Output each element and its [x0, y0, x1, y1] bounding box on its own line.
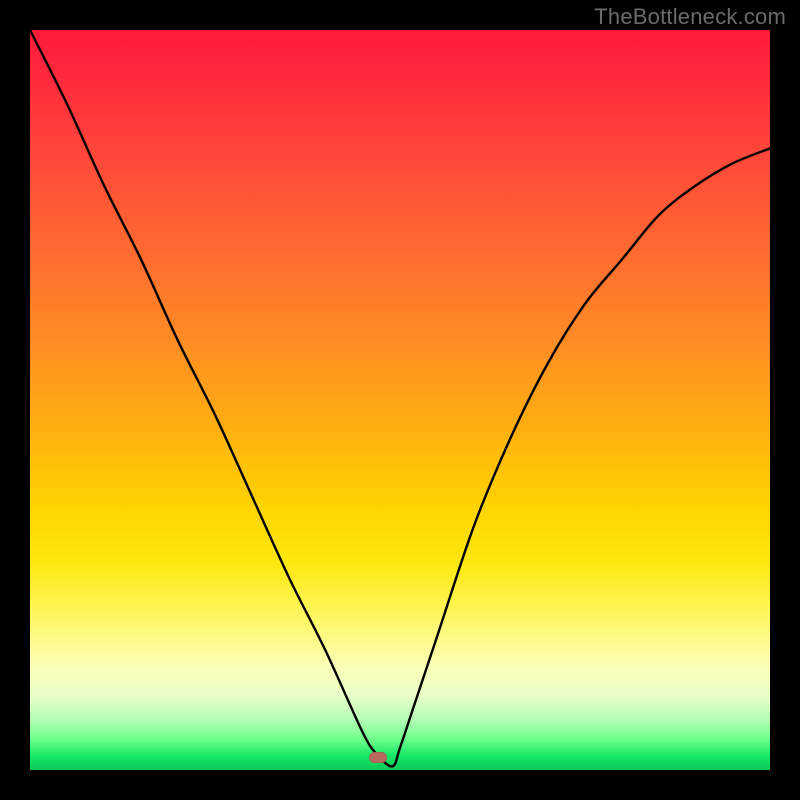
attribution-text: TheBottleneck.com	[594, 4, 786, 30]
chart-frame: TheBottleneck.com	[0, 0, 800, 800]
curve-path	[30, 30, 770, 766]
plot-area	[30, 30, 770, 770]
bottleneck-curve	[30, 30, 770, 770]
optimal-point-marker	[369, 752, 387, 763]
